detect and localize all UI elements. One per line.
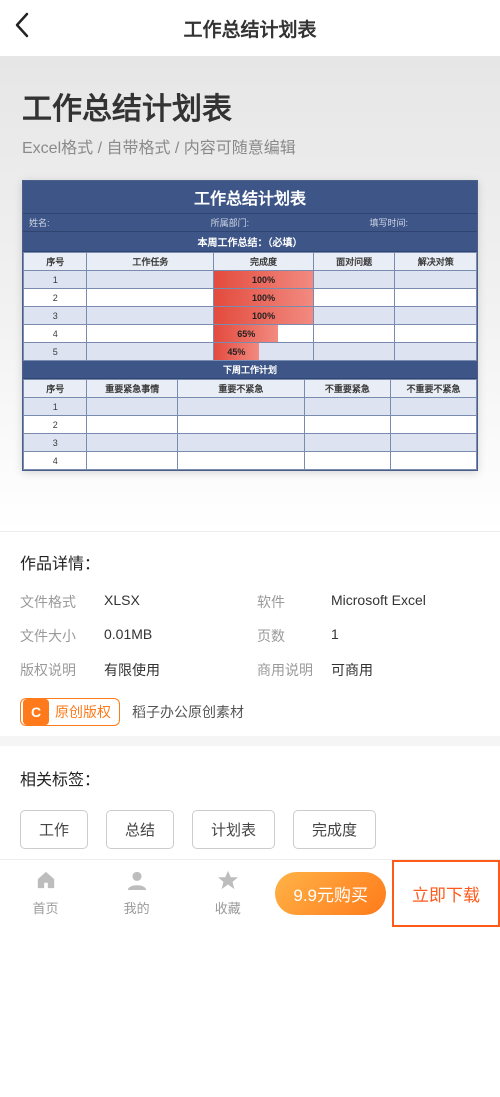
detail-value: XLSX (104, 592, 253, 612)
progress-bar: 100% (214, 307, 313, 324)
tag-list: 工作总结计划表完成度 (20, 810, 480, 849)
copyright-icon: C (23, 699, 49, 725)
summary-col-header: 面对问题 (313, 253, 395, 271)
detail-label: 软件 (257, 592, 327, 612)
nav-star[interactable]: 收藏 (182, 860, 273, 927)
detail-value: 1 (331, 626, 480, 646)
nav-label: 收藏 (215, 898, 241, 917)
details-info-grid: 文件格式XLSX软件Microsoft Excel 文件大小0.01MB页数1 版权… (20, 592, 480, 680)
bottom-nav-bar: 首页 我的 收藏 9.9元购买 立即下载 (0, 859, 500, 927)
spreadsheet-preview: 工作总结计划表 姓名: 所属部门: 填写时间: 本周工作总结：（必填） 序号工作… (22, 180, 478, 471)
detail-label: 文件格式 (20, 592, 100, 612)
copyright-label: 原创版权 (51, 702, 119, 722)
plan-row: 3 (24, 434, 477, 452)
summary-row: 2100% (24, 289, 477, 307)
tag-chip[interactable]: 计划表 (192, 810, 275, 849)
nav-label: 我的 (124, 898, 150, 917)
detail-label: 页数 (257, 626, 327, 646)
summary-row: 3100% (24, 307, 477, 325)
download-button[interactable]: 立即下载 (392, 860, 500, 927)
sheet-title: 工作总结计划表 (23, 181, 477, 214)
plan-table: 序号重要紧急事情重要不紧急不重要紧急不重要不紧急 1234 (23, 379, 477, 470)
tags-section: 相关标签： 工作总结计划表完成度 (0, 736, 500, 859)
buy-button[interactable]: 9.9元购买 (275, 872, 386, 915)
app-header: 工作总结计划表 (0, 0, 500, 56)
summary-row: 465% (24, 325, 477, 343)
plan-col-header: 不重要紧急 (304, 380, 390, 398)
nav-user[interactable]: 我的 (91, 860, 182, 927)
user-icon (126, 870, 148, 896)
section2-band: 下周工作计划 (23, 361, 477, 379)
tags-heading: 相关标签： (20, 766, 480, 790)
plan-row: 1 (24, 398, 477, 416)
section1-band: 本周工作总结：（必填） (23, 232, 477, 252)
detail-value: 有限使用 (104, 660, 253, 680)
plan-col-header: 重要不紧急 (178, 380, 305, 398)
plan-col-header: 不重要不紧急 (390, 380, 476, 398)
summary-col-header: 工作任务 (87, 253, 214, 271)
meta-dept-label: 所属部门: (205, 214, 364, 231)
detail-value: 可商用 (331, 660, 480, 680)
summary-row: 1100% (24, 271, 477, 289)
sheet-meta-row: 姓名: 所属部门: 填写时间: (23, 214, 477, 232)
plan-row: 4 (24, 452, 477, 470)
summary-col-header: 序号 (24, 253, 87, 271)
details-heading: 作品详情： (20, 550, 480, 574)
progress-bar: 45% (214, 343, 258, 360)
plan-col-header: 重要紧急事情 (87, 380, 178, 398)
progress-bar: 65% (214, 325, 278, 342)
copyright-note: 稻子办公原创素材 (132, 702, 244, 722)
details-section: 作品详情： 文件格式XLSX软件Microsoft Excel 文件大小0.01M… (0, 531, 500, 736)
detail-label: 文件大小 (20, 626, 100, 646)
copyright-badge: C 原创版权 (20, 698, 120, 726)
tag-chip[interactable]: 完成度 (293, 810, 376, 849)
plan-row: 2 (24, 416, 477, 434)
page-title: 工作总结计划表 (0, 15, 500, 42)
copyright-row: C 原创版权 稻子办公原创素材 (20, 698, 480, 726)
summary-col-header: 解决对策 (395, 253, 477, 271)
tag-chip[interactable]: 工作 (20, 810, 88, 849)
nav-label: 首页 (33, 898, 59, 917)
detail-label: 商用说明 (257, 660, 327, 680)
star-icon (217, 870, 239, 896)
template-preview-area: 工作总结计划表 Excel格式 / 自带格式 / 内容可随意编辑 工作总结计划表… (0, 56, 500, 531)
meta-time-label: 填写时间: (363, 214, 477, 231)
detail-label: 版权说明 (20, 660, 100, 680)
tag-chip[interactable]: 总结 (106, 810, 174, 849)
detail-value: 0.01MB (104, 626, 253, 646)
template-title: 工作总结计划表 (22, 84, 478, 128)
home-icon (35, 870, 57, 896)
summary-table: 序号工作任务完成度面对问题解决对策 1100%2100%3100%465%545… (23, 252, 477, 361)
back-icon[interactable] (14, 12, 30, 45)
plan-col-header: 序号 (24, 380, 87, 398)
progress-bar: 100% (214, 289, 313, 306)
progress-bar: 100% (214, 271, 313, 288)
summary-row: 545% (24, 343, 477, 361)
summary-col-header: 完成度 (214, 253, 314, 271)
meta-name-label: 姓名: (23, 214, 205, 231)
nav-home[interactable]: 首页 (0, 860, 91, 927)
detail-value: Microsoft Excel (331, 592, 480, 612)
template-subtitle: Excel格式 / 自带格式 / 内容可随意编辑 (22, 134, 478, 158)
